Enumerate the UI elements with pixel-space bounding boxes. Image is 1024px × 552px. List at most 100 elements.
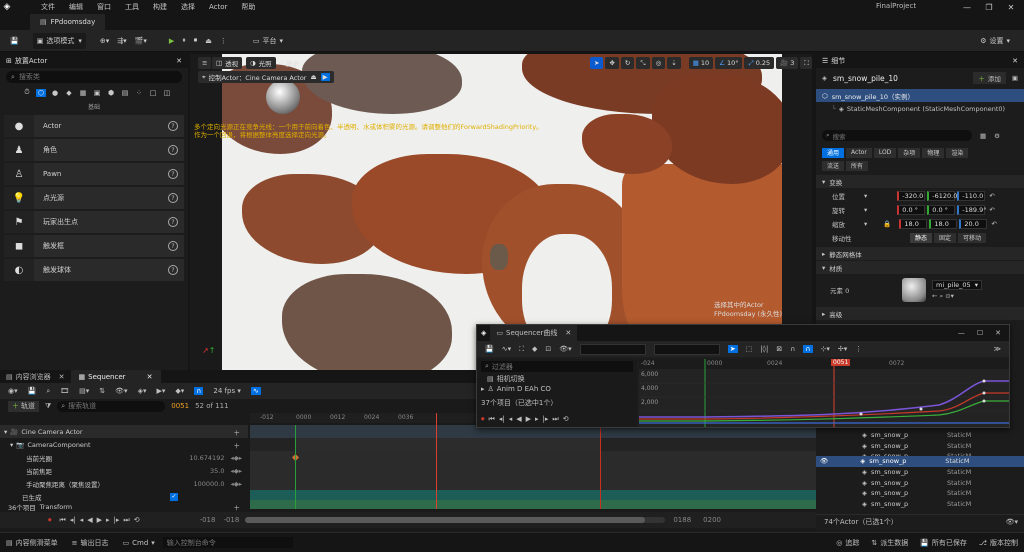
view-start-field[interactable]: -018 (200, 516, 216, 524)
trace-button[interactable]: ◎ 追踪 (836, 538, 859, 548)
track-value[interactable]: 35.0 (210, 467, 224, 475)
camera-icon[interactable]: ▶ (320, 73, 330, 81)
curve-playhead-label[interactable]: 0051 (831, 359, 851, 366)
geometry-category-icon[interactable]: □ (148, 89, 158, 97)
filter-tab-misc[interactable]: 杂项 (898, 147, 921, 158)
select-tool-icon[interactable]: ➤ (727, 345, 738, 353)
pilot-actor-bar[interactable]: ⌖ 控制Actor：Cine Camera Actor ⏏ ▶ (198, 71, 334, 83)
blueprint-icon[interactable]: ▣ (1012, 74, 1018, 82)
perspective-button[interactable]: ◫ 透视 (212, 57, 243, 69)
save-icon[interactable]: 💾 (6, 33, 23, 49)
outliner-row[interactable]: ◈ sm_snow_p StaticM (816, 488, 1024, 499)
platform-dropdown[interactable]: ▭ 平台 ▾ (249, 33, 287, 49)
track-value[interactable]: 10.674192 (189, 454, 224, 462)
menu-build[interactable]: 构建 (146, 2, 174, 12)
eject-icon[interactable]: ⏏ (201, 33, 216, 49)
scale-tool-icon[interactable]: ⤡ (636, 57, 650, 69)
actor-item-point-light[interactable]: 💡 点光源? (4, 187, 184, 209)
property-matrix-icon[interactable]: ▦ (980, 132, 986, 140)
fit-icon[interactable]: ⊡ (545, 345, 551, 353)
close-icon[interactable]: ✕ (995, 329, 1001, 337)
tab-project[interactable]: ▤ FPdoomsday (30, 14, 106, 30)
close-icon[interactable]: ✕ (1012, 57, 1018, 65)
loop-icon[interactable]: ⟲ (563, 415, 569, 423)
camera-speed-button[interactable]: 🎥 3 (776, 57, 799, 69)
lit-button[interactable]: ◑ 光照 (246, 57, 276, 69)
search-input[interactable]: ⌕ 搜索类 (6, 71, 182, 83)
add-component-button[interactable]: ＋添加 (973, 72, 1006, 84)
cinematics-icon[interactable]: 🎬▾ (131, 33, 151, 49)
help-icon[interactable]: ? (168, 217, 178, 227)
level-viewport[interactable]: ≡ ◫ 透视 ◑ 光照 显示 ⌖ 控制Actor：Cine Camera Actor… (190, 54, 812, 370)
track-camera-component[interactable]: ▾ 📷 CameraComponent ＋ (0, 438, 248, 451)
snap-tool-icon[interactable]: ∩ (790, 345, 795, 353)
prev-frame-icon[interactable]: ◂ (509, 415, 513, 423)
tab-sequencer[interactable]: ▦ Sequencer ✕ (70, 370, 161, 383)
track-search-input[interactable]: ⌕ 搜索轨道 (57, 400, 166, 412)
minimize-icon[interactable]: — (958, 329, 965, 337)
location-y-field[interactable]: -6120.0 (927, 190, 957, 201)
transform-tool-icon[interactable]: ⬚ (746, 345, 753, 353)
console-input[interactable]: 输入控制台命令 (162, 537, 293, 548)
pause-icon[interactable]: ⏸ (178, 33, 190, 49)
align-icon[interactable]: ⊹▾ (821, 345, 830, 353)
actor-item-actor[interactable]: ● Actor? (4, 115, 184, 137)
time-field[interactable] (579, 343, 646, 355)
add-content-icon[interactable]: ⊕▾ (96, 33, 113, 49)
blueprint-icon[interactable]: ⇶▾ (113, 33, 130, 49)
save-icon[interactable]: 💾 (28, 387, 37, 395)
next-frame-icon[interactable]: ▸ (106, 516, 110, 524)
material-action-icons[interactable]: ← ⌕ ⊙▾ (932, 292, 982, 301)
snap-magnet-icon[interactable]: ∩ (803, 345, 813, 353)
jump-start-icon[interactable]: ⏮ (489, 415, 495, 424)
visual-category-icon[interactable]: ▣ (92, 89, 102, 97)
outliner-row[interactable]: ◈ sm_snow_p StaticM (816, 441, 1024, 452)
reset-icon[interactable]: ↶ (991, 220, 996, 228)
cinematic-category-icon[interactable]: ▦ (78, 89, 88, 97)
prev-frame-icon[interactable]: ◂ (80, 516, 84, 524)
output-log-button[interactable]: ≡ 输出日志 (72, 538, 109, 548)
settings-button[interactable]: ⚙ 设置 ▾ (976, 33, 1014, 49)
scale-x-field[interactable]: 18.0 (899, 218, 928, 229)
eject-pilot-icon[interactable]: ⏏ (310, 73, 316, 81)
curve-tree-item[interactable]: ▸ ♙ Anim D EAh CO (477, 384, 637, 394)
play-icon[interactable]: ▶ (97, 516, 102, 524)
reset-icon[interactable]: ↶ (989, 192, 994, 200)
retime-tool-icon[interactable]: |◊| (760, 345, 768, 353)
key-nav-icon[interactable]: ◂◆▸ (230, 454, 242, 462)
unreal-logo-icon[interactable]: ◈ (0, 0, 14, 14)
rotate-tool-icon[interactable]: ↻ (620, 57, 635, 69)
play-icon[interactable]: ▶ (526, 415, 531, 423)
help-icon[interactable]: ? (168, 241, 178, 251)
next-key-icon[interactable]: |▸ (543, 415, 549, 423)
menu-select[interactable]: 选择 (174, 2, 202, 12)
chevron-down-icon[interactable]: ▾ (864, 220, 867, 228)
scale-z-field[interactable]: 20.0 (959, 218, 988, 229)
materials-section-header[interactable]: ▾ 材质 (816, 261, 1024, 274)
actor-item-pawn[interactable]: ♙ Pawn? (4, 163, 184, 185)
value-field[interactable] (653, 343, 720, 355)
basic-category-icon[interactable]: ⬡ (36, 88, 46, 97)
actor-item-player-start[interactable]: ⚑ 玩家出生点? (4, 211, 184, 233)
plus-icon[interactable]: ＋ (234, 427, 241, 437)
transform-section-header[interactable]: ▾ 变换 (816, 175, 1024, 188)
curve-tree-item[interactable]: ▤ 相机切换 (477, 374, 637, 384)
plus-icon[interactable]: ＋ (234, 502, 241, 512)
derived-data-button[interactable]: ⇅ 派生数据 (871, 538, 908, 548)
world-icon[interactable]: ◉▾ (8, 387, 18, 395)
close-icon[interactable]: ✕ (147, 373, 153, 381)
light-sphere-gizmo[interactable] (266, 80, 300, 114)
end-marker[interactable] (600, 425, 601, 509)
actor-item-trigger-sphere[interactable]: ◐ 触发球体? (4, 259, 184, 281)
tab-content-browser[interactable]: ▤ 内容浏览器 ✕ (0, 370, 71, 383)
prev-key-icon[interactable]: ◂| (499, 415, 505, 423)
angle-snap-button[interactable]: ∠ 10° (715, 57, 743, 69)
jump-start-icon[interactable]: ⏮ (60, 516, 66, 525)
mode-dropdown[interactable]: ▣ 选项模式 ▾ (32, 32, 86, 49)
close-icon[interactable]: ✕ (1000, 0, 1022, 14)
help-icon[interactable]: ? (168, 169, 178, 179)
menu-window[interactable]: 窗口 (90, 2, 118, 12)
material-dropdown[interactable]: mi_pile_05 ▾ (932, 279, 982, 290)
loop-icon[interactable]: ⟲ (134, 516, 140, 524)
extra-category-icon[interactable]: ◫ (162, 89, 172, 97)
